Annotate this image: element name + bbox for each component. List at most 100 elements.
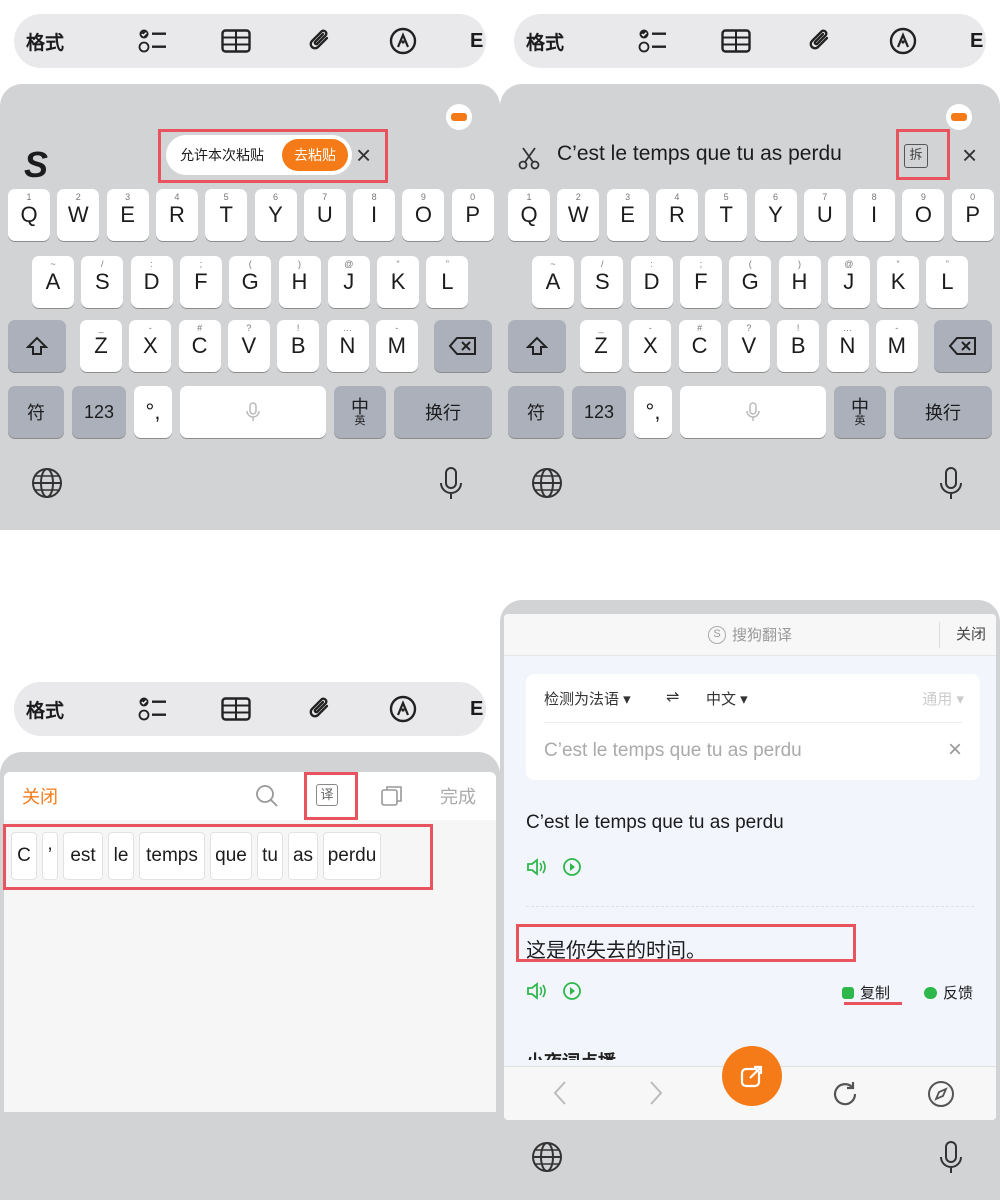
close-button[interactable]: 关闭 bbox=[938, 622, 996, 648]
key-o[interactable]: 9O bbox=[402, 189, 445, 241]
key-i[interactable]: 8I bbox=[353, 189, 396, 241]
key-a[interactable]: ~ A bbox=[32, 256, 74, 308]
key-l[interactable]: ” L bbox=[426, 256, 469, 308]
mode-select[interactable]: 通用 ▾ bbox=[922, 688, 964, 709]
key-r[interactable]: 4R bbox=[655, 189, 698, 241]
play-icon[interactable] bbox=[562, 857, 582, 882]
backspace-key[interactable] bbox=[934, 320, 992, 372]
compass-icon[interactable] bbox=[926, 1079, 956, 1114]
word-token[interactable]: que bbox=[210, 832, 252, 880]
shift-key[interactable] bbox=[8, 320, 66, 372]
format-button[interactable]: 格式 bbox=[26, 28, 86, 55]
key-e[interactable]: 3E bbox=[106, 189, 149, 241]
table-icon[interactable] bbox=[219, 24, 253, 58]
format-button[interactable]: 格式 bbox=[526, 28, 586, 55]
key-c[interactable]: # C bbox=[178, 320, 221, 372]
scissors-icon[interactable] bbox=[518, 146, 540, 175]
close-icon[interactable]: × bbox=[962, 142, 977, 168]
clipboard-text[interactable]: C’est le temps que tu as perdu bbox=[557, 142, 842, 166]
key-a[interactable]: ~ A bbox=[532, 256, 574, 308]
space-key[interactable] bbox=[680, 386, 826, 438]
key-p[interactable]: 0P bbox=[451, 189, 494, 241]
key-j[interactable]: @ J bbox=[827, 256, 870, 308]
key-y[interactable]: 6Y bbox=[754, 189, 797, 241]
copy-button[interactable]: 复制 bbox=[842, 982, 890, 1003]
key-o[interactable]: 9O bbox=[902, 189, 945, 241]
source-input[interactable]: C’est le temps que tu as perdu bbox=[544, 740, 802, 762]
symbol-key[interactable]: 符 bbox=[8, 386, 64, 438]
more-toolbar-item[interactable]: E bbox=[470, 698, 486, 721]
number-key[interactable]: 123 bbox=[72, 386, 126, 438]
clear-input-icon[interactable]: × bbox=[948, 736, 962, 764]
key-u[interactable]: 7U bbox=[803, 189, 846, 241]
key-n[interactable]: … N bbox=[826, 320, 869, 372]
shift-key[interactable] bbox=[508, 320, 566, 372]
key-f[interactable]: ; F bbox=[679, 256, 722, 308]
table-icon[interactable] bbox=[219, 692, 253, 726]
key-m[interactable]: -M bbox=[875, 320, 918, 372]
key-c[interactable]: # C bbox=[678, 320, 721, 372]
key-s[interactable]: / S bbox=[581, 256, 624, 308]
microphone-icon[interactable] bbox=[436, 466, 472, 502]
share-button[interactable] bbox=[722, 1046, 782, 1106]
key-t[interactable]: 5T bbox=[205, 189, 248, 241]
speaker-icon[interactable] bbox=[526, 858, 546, 881]
word-token[interactable]: ’ bbox=[42, 832, 58, 880]
key-z[interactable]: _ Z bbox=[580, 320, 622, 372]
markup-pen-icon[interactable] bbox=[386, 692, 420, 726]
key-n[interactable]: … N bbox=[326, 320, 369, 372]
mascot-icon[interactable] bbox=[446, 104, 472, 130]
key-h[interactable]: ) H bbox=[778, 256, 821, 308]
word-token[interactable]: tu bbox=[257, 832, 283, 880]
target-language-select[interactable]: 中文 ▾ bbox=[706, 688, 748, 709]
key-t[interactable]: 5T bbox=[705, 189, 748, 241]
globe-icon[interactable] bbox=[530, 466, 566, 502]
backspace-key[interactable] bbox=[434, 320, 492, 372]
more-toolbar-item[interactable]: E bbox=[970, 30, 986, 53]
markup-pen-icon[interactable] bbox=[386, 24, 420, 58]
paperclip-icon[interactable] bbox=[803, 24, 837, 58]
key-z[interactable]: _ Z bbox=[80, 320, 122, 372]
speaker-icon[interactable] bbox=[526, 982, 546, 1005]
refresh-icon[interactable] bbox=[830, 1079, 860, 1114]
paperclip-icon[interactable] bbox=[303, 692, 337, 726]
key-v[interactable]: ? V bbox=[727, 320, 770, 372]
play-icon[interactable] bbox=[562, 981, 582, 1006]
key-s[interactable]: / S bbox=[81, 256, 124, 308]
key-w[interactable]: 2W bbox=[557, 189, 600, 241]
mascot-icon[interactable] bbox=[946, 104, 972, 130]
word-token[interactable]: est bbox=[63, 832, 103, 880]
key-b[interactable]: ! B bbox=[777, 320, 820, 372]
globe-icon[interactable] bbox=[530, 1140, 566, 1176]
key-k[interactable]: “K bbox=[377, 256, 420, 308]
key-d[interactable]: :D bbox=[630, 256, 673, 308]
checklist-icon[interactable] bbox=[136, 24, 170, 58]
enter-key[interactable]: 换行 bbox=[894, 386, 992, 438]
key-g[interactable]: (G bbox=[229, 256, 272, 308]
key-r[interactable]: 4R bbox=[155, 189, 198, 241]
source-language-select[interactable]: 检测为法语 ▾ bbox=[544, 688, 631, 709]
more-toolbar-item[interactable]: E bbox=[470, 30, 486, 53]
word-token[interactable]: as bbox=[288, 832, 318, 880]
key-d[interactable]: :D bbox=[130, 256, 173, 308]
key-q[interactable]: 1Q bbox=[8, 189, 50, 241]
feedback-button[interactable]: 反馈 bbox=[924, 982, 973, 1003]
microphone-icon[interactable] bbox=[936, 1140, 972, 1176]
key-x[interactable]: -X bbox=[629, 320, 672, 372]
key-j[interactable]: @ J bbox=[327, 256, 370, 308]
swap-languages-icon[interactable]: ⇌ bbox=[666, 687, 679, 707]
punctuation-key[interactable]: °, bbox=[134, 386, 172, 438]
microphone-icon[interactable] bbox=[936, 466, 972, 502]
number-key[interactable]: 123 bbox=[572, 386, 626, 438]
enter-key[interactable]: 换行 bbox=[394, 386, 492, 438]
go-paste-button[interactable]: 去粘贴 bbox=[282, 139, 348, 171]
paperclip-icon[interactable] bbox=[303, 24, 337, 58]
table-icon[interactable] bbox=[719, 24, 753, 58]
key-g[interactable]: (G bbox=[729, 256, 772, 308]
key-f[interactable]: ; F bbox=[179, 256, 222, 308]
back-icon[interactable] bbox=[550, 1079, 570, 1112]
symbol-key[interactable]: 符 bbox=[508, 386, 564, 438]
language-switch-key[interactable]: 中英 bbox=[834, 386, 886, 438]
key-m[interactable]: -M bbox=[375, 320, 418, 372]
key-h[interactable]: ) H bbox=[278, 256, 321, 308]
